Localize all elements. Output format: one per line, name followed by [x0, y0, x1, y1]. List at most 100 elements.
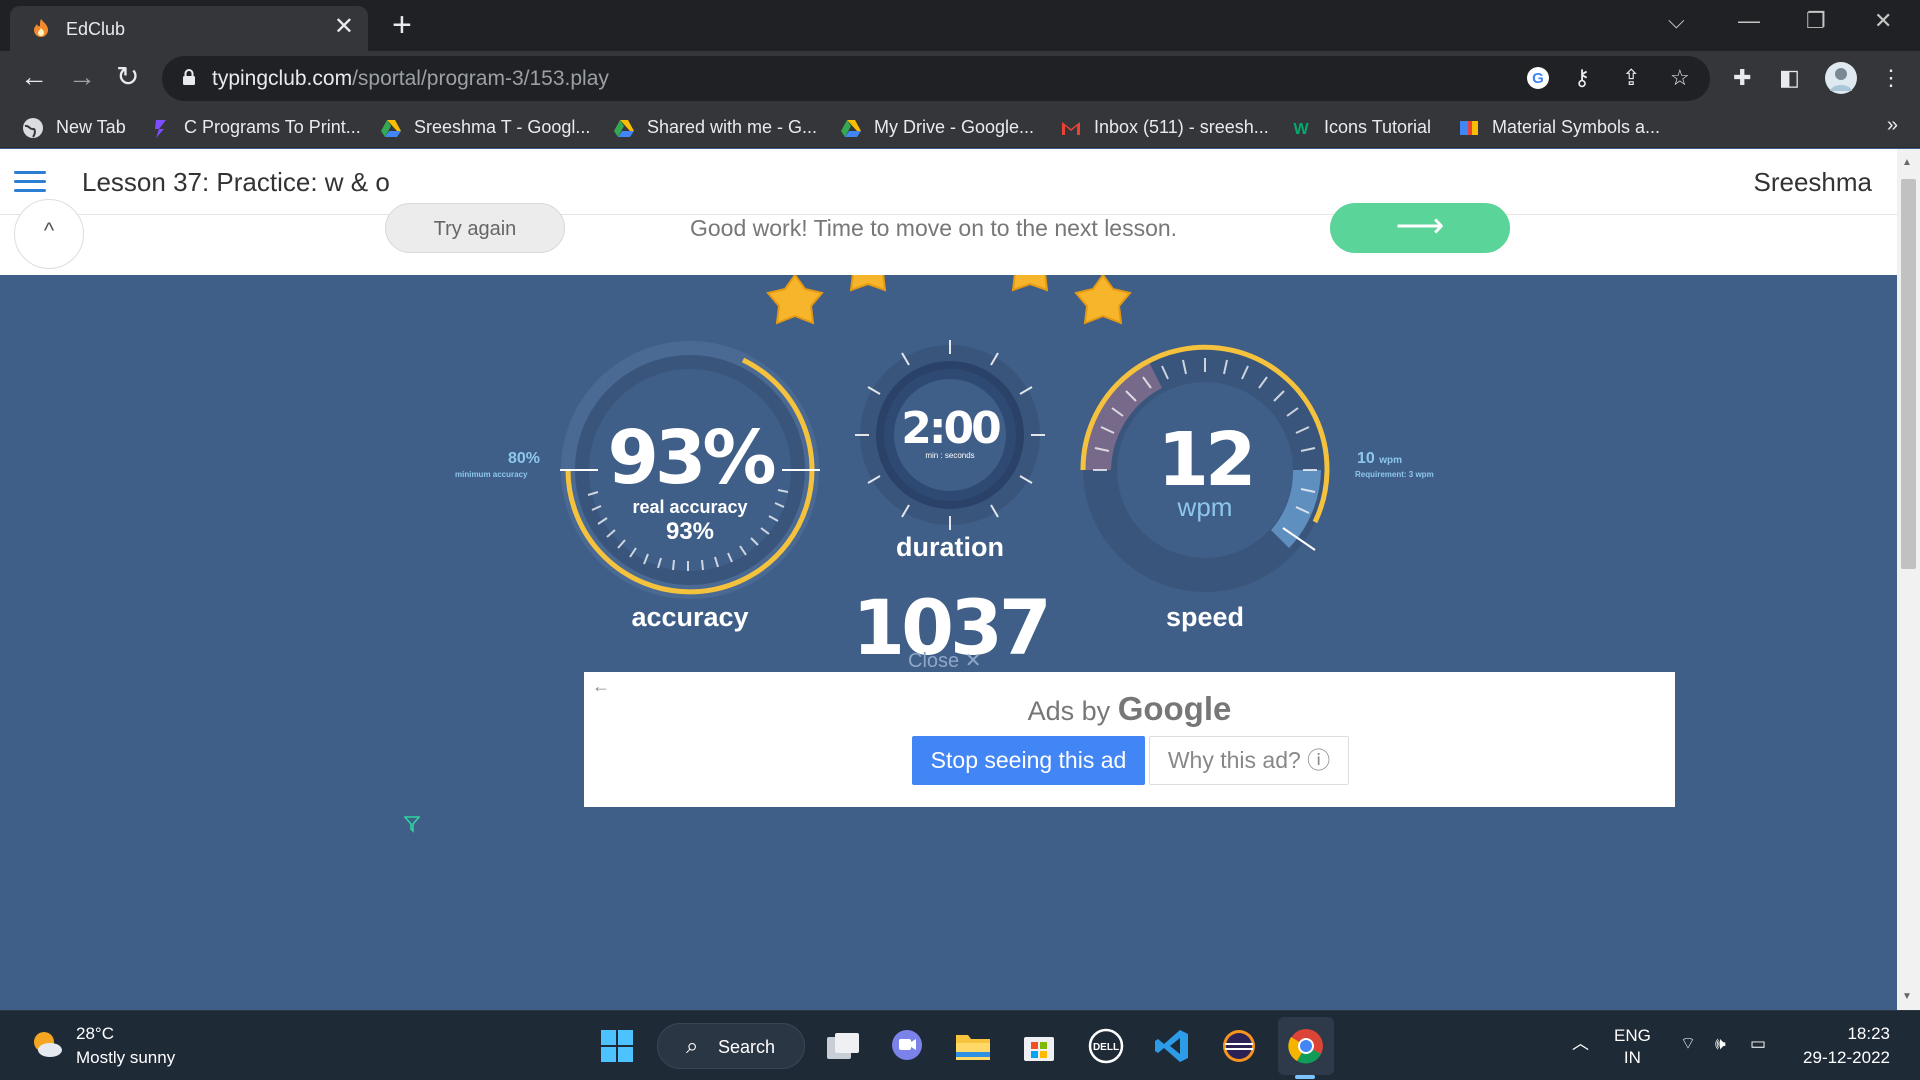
lock-icon [183, 69, 195, 85]
microsoft-store-icon[interactable] [1018, 1025, 1060, 1067]
star-icon [1074, 275, 1132, 325]
minimize-icon[interactable]: — [1738, 10, 1760, 32]
bookmark-item[interactable]: New Tab [22, 115, 126, 139]
vscode-icon[interactable] [1151, 1025, 1193, 1067]
w3schools-icon: W [1293, 121, 1309, 138]
star-icon [849, 275, 887, 292]
ad-close-label[interactable]: Close ✕ [908, 648, 981, 673]
results-action-bar: ^ Try again Good work! Time to move on t… [0, 199, 1897, 275]
bookmark-star-icon[interactable]: ☆ [1670, 66, 1690, 90]
restore-icon[interactable]: ❐ [1806, 10, 1826, 32]
globe-icon [23, 118, 43, 139]
bookmark-item[interactable]: My Drive - Google... [840, 115, 1034, 139]
google-lens-icon[interactable]: G [1526, 66, 1550, 95]
hamburger-menu-icon[interactable] [14, 171, 46, 193]
accuracy-value: 93% [607, 415, 776, 501]
show-hidden-icons-chevron-icon[interactable]: ︿ [1572, 1033, 1589, 1055]
tab-search-chevron-icon[interactable]: ⌵ [1668, 10, 1685, 32]
star-icon [766, 275, 824, 325]
gmail-icon [1062, 122, 1080, 136]
bookmark-item[interactable]: Material Symbols a... [1458, 115, 1660, 139]
duration-unit: min : seconds [925, 451, 975, 460]
extensions-puzzle-icon[interactable]: ✚ [1733, 66, 1751, 90]
speed-label: speed [1165, 602, 1245, 632]
address-bar[interactable]: typingclub.com/sportal/program-3/153.pla… [162, 56, 1710, 101]
bookmark-c-icon [155, 120, 166, 139]
stop-seeing-ad-button[interactable]: Stop seeing this ad [912, 736, 1145, 785]
scroll-up-arrow-icon[interactable]: ▲ [1902, 157, 1912, 168]
profile-avatar[interactable] [1824, 61, 1858, 100]
bookmark-item[interactable]: W Icons Tutorial [1290, 115, 1431, 139]
bookmarks-overflow-icon[interactable]: » [1887, 114, 1898, 137]
bookmark-item[interactable]: Inbox (511) - sreesh... [1060, 115, 1269, 139]
funnel-icon [404, 816, 420, 833]
close-icon[interactable]: ✕ [965, 650, 982, 672]
taskbar-search-label: Search [718, 1037, 776, 1057]
file-explorer-icon[interactable] [952, 1025, 994, 1067]
minimum-accuracy-value: 80% [508, 450, 541, 467]
speed-value: 12 [1157, 417, 1257, 503]
dell-icon[interactable]: DELL [1085, 1025, 1127, 1067]
why-this-ad-button[interactable]: Why this ad? ⓘ [1149, 736, 1349, 785]
bookmark-item[interactable]: Sreeshma T - Googl... [380, 115, 590, 139]
url-text: typingclub.com/sportal/program-3/153.pla… [212, 67, 609, 90]
password-key-icon[interactable]: ⚷ [1574, 66, 1590, 90]
next-lesson-button[interactable]: ⟶ [1330, 203, 1510, 253]
system-clock[interactable]: 18:23 29-12-2022 [1803, 1022, 1890, 1070]
scroll-down-arrow-icon[interactable]: ▼ [1902, 991, 1912, 1002]
google-drive-icon [841, 120, 861, 138]
weather-description[interactable]: Mostly sunny [76, 1048, 175, 1068]
speed-unit: wpm [1177, 492, 1233, 522]
real-accuracy-value: 93% [665, 518, 715, 545]
results-panel: 93% real accuracy 93% accuracy 80% minim… [0, 275, 1897, 1010]
ads-by-google-title: Ads by Google [1027, 690, 1232, 727]
tab-close-icon[interactable]: ✕ [334, 15, 354, 39]
bookmark-item[interactable]: C Programs To Print... [150, 115, 361, 139]
minimum-accuracy-label: minimum accuracy [455, 470, 528, 479]
material-icon [1460, 121, 1478, 136]
svg-text:W: W [1293, 121, 1309, 138]
search-icon: ⌕ [686, 1033, 699, 1058]
duration-value: 2:00 [901, 403, 1001, 454]
back-arrow-icon[interactable]: ← [20, 62, 48, 92]
side-panel-icon[interactable]: ◧ [1779, 66, 1800, 90]
chrome-menu-kebab-icon[interactable]: ⋮ [1880, 66, 1902, 90]
google-drive-icon [614, 120, 634, 138]
lesson-title: Lesson 37: Practice: w & o [82, 167, 390, 197]
tab-title: EdClub [66, 19, 126, 39]
scroll-thumb[interactable] [1901, 179, 1916, 569]
new-tab-plus-icon[interactable]: + [392, 8, 412, 42]
weather-temperature[interactable]: 28°C [76, 1024, 114, 1044]
username[interactable]: Sreeshma [1754, 167, 1873, 198]
close-window-icon[interactable]: ✕ [1874, 10, 1892, 32]
speed-requirement-value: 10 wpm [1357, 450, 1403, 467]
lesson-header: Lesson 37: Practice: w & o Sreeshma [0, 149, 1897, 215]
partly-sunny-icon [34, 1032, 62, 1057]
star-icon [1011, 275, 1049, 292]
volume-icon[interactable]: 🕪 [1715, 1033, 1726, 1055]
speed-requirement-label: Requirement: 3 wpm [1355, 470, 1434, 479]
try-again-button[interactable]: Try again [385, 203, 565, 253]
google-drive-icon [381, 120, 401, 138]
battery-icon[interactable]: ▭ [1750, 1033, 1766, 1055]
bookmark-item[interactable]: Shared with me - G... [613, 115, 817, 139]
taskbar-search-button[interactable]: ⌕ Search [657, 1023, 805, 1069]
task-view-icon[interactable] [822, 1025, 864, 1067]
collapse-chevron-up-icon[interactable]: ^ [14, 199, 84, 269]
result-message: Good work! Time to move on to the next l… [690, 215, 1178, 241]
browser-toolbar: ← → ↻ typingclub.com/sportal/program-3/1… [0, 51, 1920, 106]
forward-arrow-icon[interactable]: → [68, 62, 96, 92]
wifi-icon[interactable]: ⌔ [1680, 1033, 1696, 1055]
page-scrollbar[interactable]: ▲ ▼ [1897, 149, 1920, 1010]
browser-tab[interactable]: EdClub ✕ [10, 6, 368, 51]
reload-icon[interactable]: ↻ [116, 62, 139, 92]
share-icon[interactable]: ⇪ [1622, 66, 1640, 90]
windows-taskbar: 28°C Mostly sunny ⌕ Search DELL ︿ ENG IN … [0, 1010, 1920, 1080]
svg-text:DELL: DELL [1093, 1042, 1119, 1053]
windows-start-icon[interactable] [596, 1025, 638, 1067]
language-indicator[interactable]: ENG IN [1614, 1025, 1651, 1069]
chrome-active-indicator [1295, 1075, 1315, 1079]
teams-chat-icon[interactable] [886, 1025, 928, 1067]
eclipse-icon[interactable] [1218, 1025, 1260, 1067]
chrome-icon[interactable] [1285, 1025, 1327, 1067]
